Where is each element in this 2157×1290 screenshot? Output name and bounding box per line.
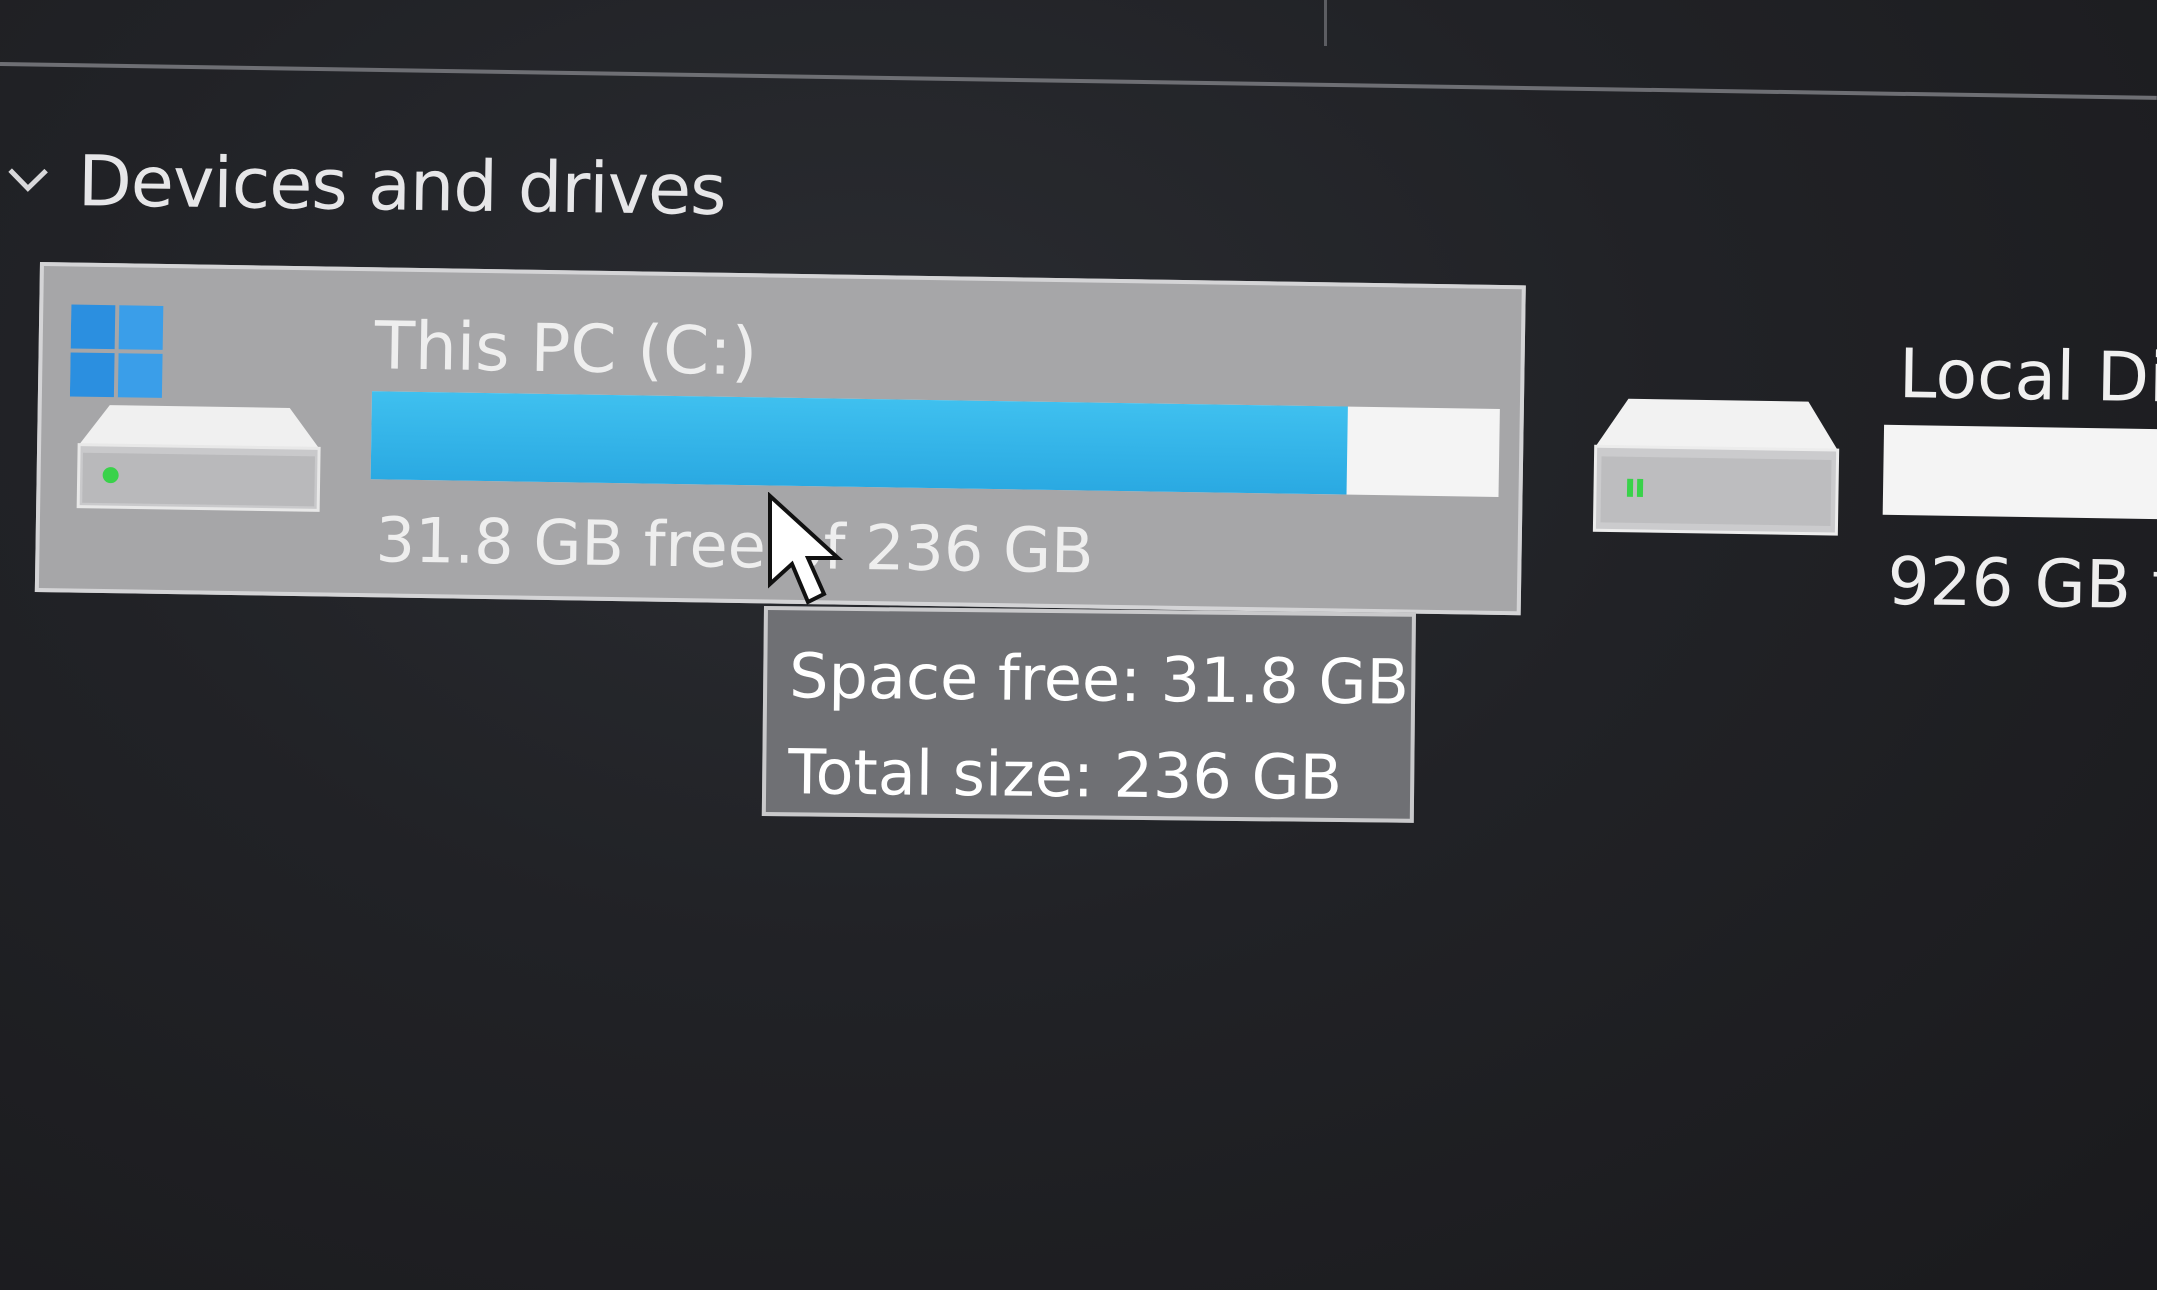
- file-explorer-view: Devices and drives This PC (C:) 31.8 GB …: [0, 0, 2157, 1290]
- windows-drive-icon: [68, 294, 331, 518]
- devices-and-drives-header[interactable]: Devices and drives: [0, 140, 727, 232]
- drive-space-text: 31.8 GB free of 236 GB: [375, 503, 1095, 588]
- mouse-pointer-icon: [766, 491, 846, 612]
- section-title: Devices and drives: [77, 140, 727, 232]
- drive-tile-local-disk[interactable]: Local Dis 926 GB f: [1575, 300, 2157, 641]
- drive-usage-fill: [370, 391, 1348, 495]
- drive-space-text: 926 GB f: [1887, 542, 2157, 625]
- tooltip-space-free: Space free: 31.8 GB: [788, 639, 1410, 719]
- chevron-down-icon[interactable]: [0, 152, 56, 209]
- drive-usage-bar: [370, 391, 1500, 497]
- column-divider: [1324, 0, 1327, 46]
- drive-tooltip: Space free: 31.8 GB Total size: 236 GB: [761, 606, 1416, 823]
- drive-usage-bar: [1882, 424, 2157, 523]
- section-divider: [0, 62, 2157, 100]
- hard-drive-icon: [1586, 390, 1848, 544]
- tooltip-total-size: Total size: 236 GB: [787, 735, 1343, 815]
- drive-name: This PC (C:): [374, 307, 758, 391]
- drive-name: Local Dis: [1898, 335, 2157, 419]
